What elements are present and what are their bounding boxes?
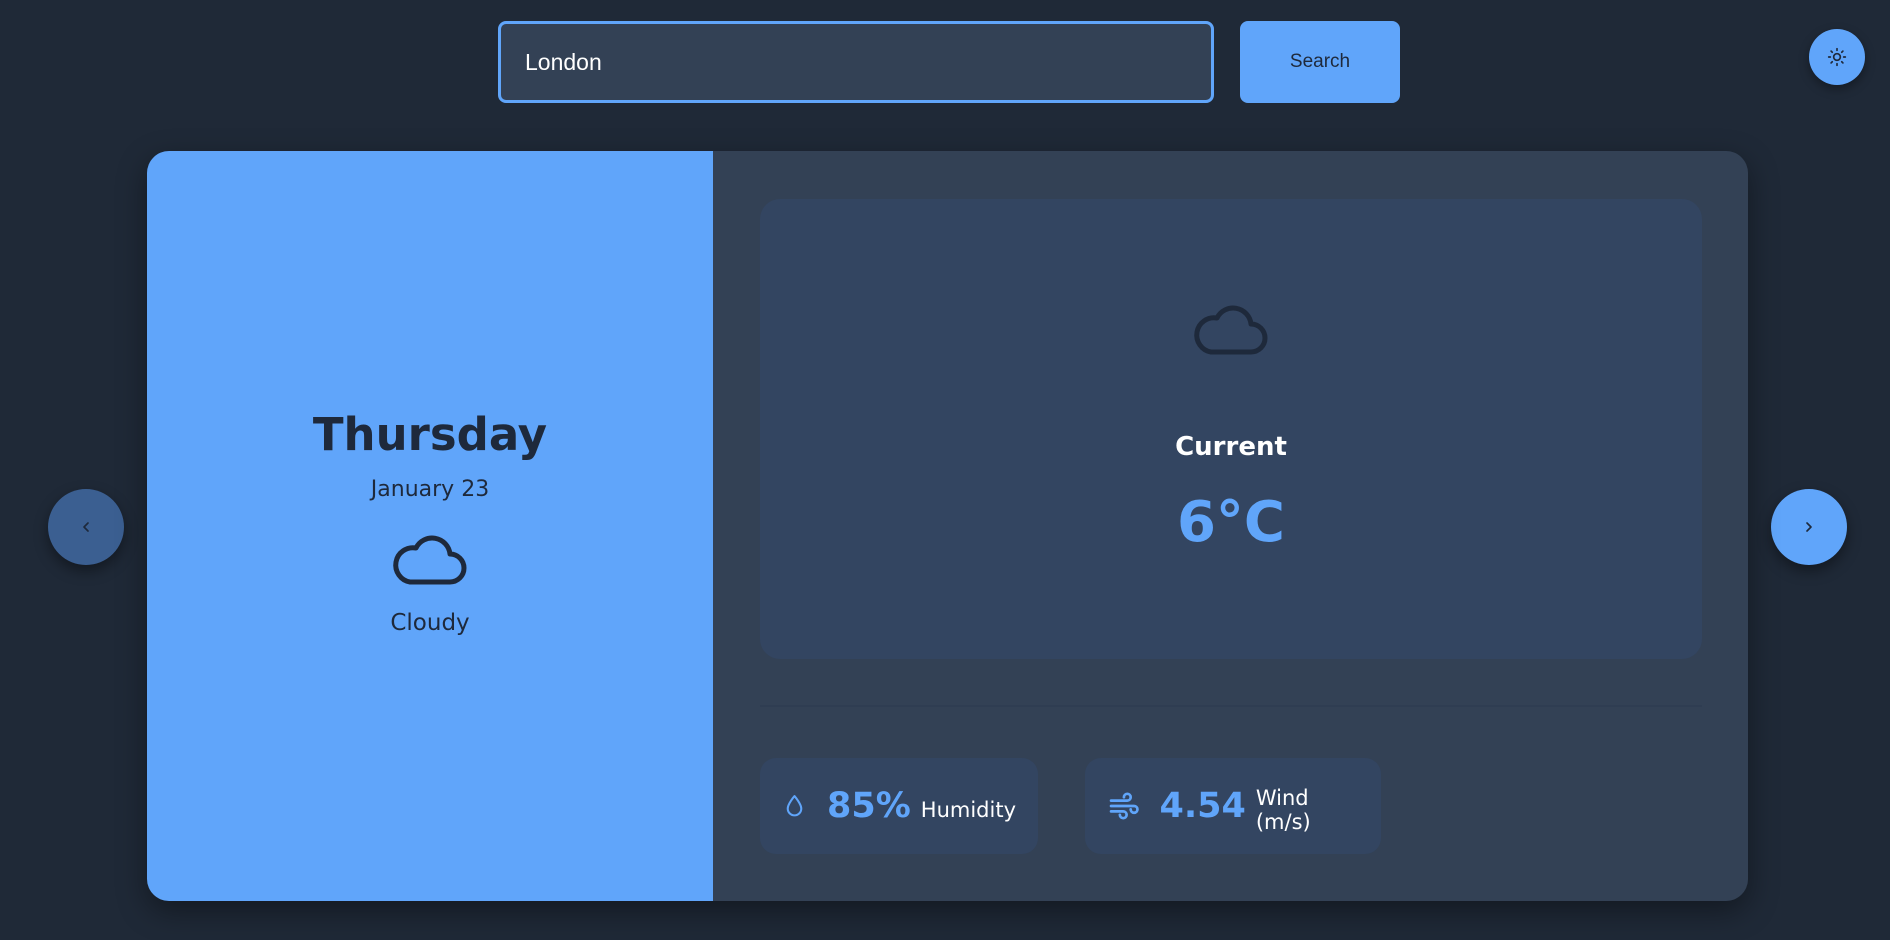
chevron-left-icon xyxy=(83,522,89,532)
chevron-right-icon xyxy=(1806,522,1812,532)
current-temperature: 6°C xyxy=(1176,490,1286,555)
day-name: Thursday xyxy=(312,408,548,461)
previous-day-button[interactable] xyxy=(48,489,124,565)
detail-panel: Current 6°C 85% Humidity 4.54 Wind (m/s) xyxy=(713,151,1748,901)
divider xyxy=(760,705,1702,707)
wind-stat: 4.54 Wind (m/s) xyxy=(1085,758,1381,854)
search-bar: Search xyxy=(498,21,1400,103)
day-date: January 23 xyxy=(370,477,490,502)
current-label: Current xyxy=(1175,432,1287,462)
droplet-icon xyxy=(786,795,803,817)
humidity-label: Humidity xyxy=(920,798,1016,822)
day-panel: Thursday January 23 Cloudy xyxy=(147,151,713,901)
wind-icon xyxy=(1109,792,1139,820)
search-button[interactable]: Search xyxy=(1240,21,1400,103)
wind-label: Wind (m/s) xyxy=(1255,786,1311,834)
next-day-button[interactable] xyxy=(1771,489,1847,565)
theme-toggle-button[interactable] xyxy=(1809,29,1865,85)
current-weather-box: Current 6°C xyxy=(760,199,1702,659)
humidity-stat: 85% Humidity xyxy=(760,758,1038,854)
wind-value: 4.54 xyxy=(1159,786,1246,826)
weather-card: Thursday January 23 Cloudy Current 6°C 8… xyxy=(147,151,1748,901)
cloud-icon xyxy=(1194,305,1268,355)
humidity-value: 85% xyxy=(827,786,911,826)
day-condition: Cloudy xyxy=(390,610,470,636)
search-input[interactable] xyxy=(498,21,1214,103)
sun-icon xyxy=(1827,47,1847,67)
cloud-icon xyxy=(393,535,467,585)
